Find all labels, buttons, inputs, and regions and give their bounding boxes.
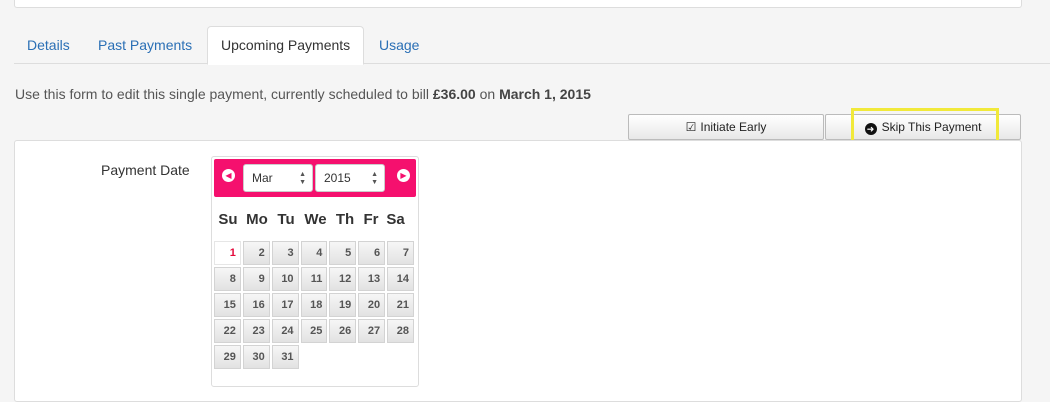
payment-date-label: Payment Date	[101, 162, 190, 178]
day-cell[interactable]: 5	[329, 241, 357, 265]
day-cell[interactable]: 29	[214, 345, 241, 369]
tab-details[interactable]: Details	[14, 26, 83, 64]
check-square-icon: ☑	[685, 120, 697, 134]
next-month-icon[interactable]: ▶	[397, 169, 410, 182]
day-cell[interactable]: 4	[300, 241, 328, 265]
form-panel	[14, 140, 1022, 402]
day-cell[interactable]: 15	[214, 293, 241, 317]
payment-amount: £36.00	[432, 86, 476, 102]
day-cell[interactable]: 20	[358, 293, 386, 317]
weekday-header: Su Mo Tu We Th Fr Sa	[214, 197, 416, 241]
day-cell[interactable]: 18	[300, 293, 328, 317]
weekday-label: Su	[218, 210, 238, 228]
initiate-early-label: Initiate Early	[700, 120, 767, 134]
weekday-label: Sa	[386, 210, 405, 228]
arrow-circle-right-icon: ➜	[864, 123, 877, 135]
day-cell[interactable]: 30	[242, 345, 270, 369]
day-cell[interactable]: 25	[300, 319, 328, 343]
day-cell[interactable]: 13	[358, 267, 386, 291]
weekday-label: Th	[335, 210, 355, 228]
datepicker-header: ◀ Mar ▲ ▼ 2015 ▲ ▼ ▶	[214, 159, 416, 197]
tab-past-payments[interactable]: Past Payments	[85, 26, 205, 64]
day-cell[interactable]: 19	[329, 293, 357, 317]
weekday-label: Fr	[363, 210, 379, 228]
day-cell[interactable]: 26	[329, 319, 357, 343]
day-cell[interactable]: 3	[271, 241, 299, 265]
day-cell[interactable]: 16	[242, 293, 270, 317]
day-grid: 1 2 3 4 5 6 7 8 9 10 11 12 13 14 15 16 17 18 19 20 21 22 23 24 2…	[214, 241, 414, 369]
datepicker: ◀ Mar ▲ ▼ 2015 ▲ ▼ ▶ Su Mo Tu We Th Fr Sa 123456…	[211, 156, 419, 387]
intro-prefix: Use this form to edit this single paymen…	[15, 86, 433, 102]
day-cell[interactable]: 21	[387, 293, 414, 317]
updown-arrow-icon: ▲ ▼	[299, 171, 306, 186]
payment-date: March 1, 2015	[499, 86, 591, 102]
day-cell[interactable]: 17	[271, 293, 299, 317]
day-cell[interactable]: 14	[387, 267, 414, 291]
day-cell[interactable]: 31	[271, 345, 299, 369]
month-value: Mar	[252, 171, 273, 185]
day-cell[interactable]: 11	[300, 267, 328, 291]
day-cell[interactable]: 22	[214, 319, 241, 343]
updown-arrow-icon: ▲ ▼	[371, 171, 378, 186]
intro-text: Use this form to edit this single paymen…	[15, 86, 591, 102]
day-cell[interactable]: 10	[271, 267, 299, 291]
tab-bar: Details Past Payments Upcoming Payments …	[14, 26, 1050, 65]
intro-middle: on	[475, 86, 500, 102]
day-cell[interactable]: 1	[214, 241, 241, 265]
year-select[interactable]: 2015 ▲ ▼	[315, 164, 385, 192]
tab-usage[interactable]: Usage	[366, 26, 432, 64]
day-cell[interactable]: 27	[358, 319, 386, 343]
day-cell[interactable]: 2	[242, 241, 270, 265]
day-cell[interactable]: 9	[242, 267, 270, 291]
month-select[interactable]: Mar ▲ ▼	[243, 164, 313, 192]
skip-payment-button[interactable]: ➜ Skip This Payment	[825, 114, 1021, 140]
initiate-early-button[interactable]: ☑ Initiate Early	[628, 114, 824, 140]
year-value: 2015	[324, 171, 351, 185]
tab-upcoming-payments[interactable]: Upcoming Payments	[207, 26, 365, 65]
skip-payment-label: Skip This Payment	[881, 120, 982, 134]
prev-month-icon[interactable]: ◀	[222, 169, 235, 182]
day-cell[interactable]: 23	[242, 319, 270, 343]
weekday-label: Mo	[246, 210, 268, 228]
day-cell[interactable]: 24	[271, 319, 299, 343]
weekday-label: We	[304, 210, 327, 228]
day-cell[interactable]: 12	[329, 267, 357, 291]
day-cell[interactable]: 28	[387, 319, 414, 343]
day-cell[interactable]: 8	[214, 267, 241, 291]
weekday-label: Tu	[277, 210, 295, 228]
top-panel	[14, 0, 1022, 8]
day-cell[interactable]: 6	[358, 241, 386, 265]
day-cell[interactable]: 7	[387, 241, 414, 265]
